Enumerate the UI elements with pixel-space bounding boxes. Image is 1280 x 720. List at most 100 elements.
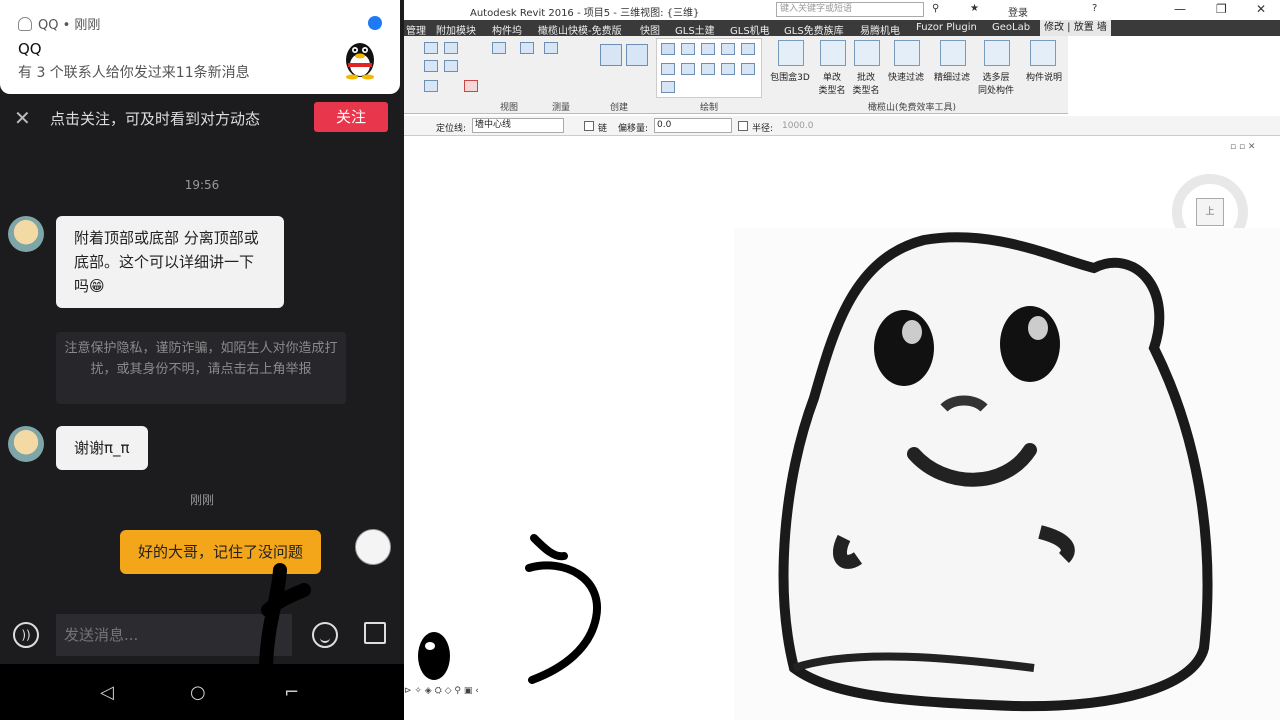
viewcube-face[interactable]: 上: [1196, 198, 1224, 226]
maximize-button[interactable]: ❐: [1216, 2, 1227, 16]
tab-yiteng-mep[interactable]: 易腾机电: [860, 22, 900, 37]
view-window-controls[interactable]: ▫ ▫ ✕: [1230, 142, 1255, 152]
bounding-box-3d-icon[interactable]: [778, 40, 804, 66]
copy-tool-icon[interactable]: [424, 60, 438, 72]
tangent-arc-icon[interactable]: [701, 63, 715, 75]
tab-manage[interactable]: 管理: [406, 22, 426, 37]
tab-gls-civil[interactable]: GLS土建: [675, 22, 715, 37]
create-group-icon[interactable]: [626, 44, 648, 66]
rectangle-tool-icon[interactable]: [681, 43, 695, 55]
spline-tool-icon[interactable]: [661, 63, 675, 75]
qq-penguin-icon: [346, 43, 374, 80]
offset-label: 偏移量:: [618, 124, 649, 134]
follow-bar: ✕ 点击关注，可及时看到对方动态 关注: [0, 98, 404, 140]
arc-tool-icon[interactable]: [741, 43, 755, 55]
pick-lines-icon[interactable]: [741, 63, 755, 75]
group-label-view: 视图: [500, 103, 519, 113]
group-label-olive: 橄榄山(免费效率工具): [868, 103, 957, 113]
tab-quick-draw[interactable]: 快图: [640, 22, 660, 37]
radius-input[interactable]: 1000.0: [782, 121, 814, 131]
circle-tool-icon[interactable]: [721, 43, 735, 55]
pick-faces-icon[interactable]: [661, 81, 675, 93]
offset-tool-icon[interactable]: [444, 42, 458, 54]
close-button[interactable]: ✕: [1256, 2, 1266, 16]
fine-filter-icon[interactable]: [940, 40, 966, 66]
batch-rename-icon[interactable]: [854, 40, 880, 66]
notification-app-label: QQ • 刚刚: [38, 18, 101, 33]
voice-icon[interactable]: )): [13, 622, 39, 648]
tool-component-info[interactable]: 构件说明: [1016, 70, 1072, 83]
login-link[interactable]: 登录: [1008, 4, 1028, 19]
group-label-draw: 绘制: [700, 103, 719, 113]
polygon-tool-icon[interactable]: [701, 43, 715, 55]
annotation-stroke: [418, 534, 602, 684]
offset-input[interactable]: 0.0: [654, 118, 732, 133]
help-search-input[interactable]: 键入关键字或短语: [776, 2, 924, 17]
star-icon[interactable]: ★: [970, 3, 979, 14]
follow-hint: 点击关注，可及时看到对方动态: [50, 110, 261, 128]
center-arc-icon[interactable]: [721, 63, 735, 75]
privacy-notice: 注意保护隐私，谨防诈骗，如陌生人对你造成打扰，或其身份不明，请点击右上角举报: [56, 332, 346, 404]
quick-filter-icon[interactable]: [894, 40, 920, 66]
view-control-bar[interactable]: ⊳ ✧ ◈ ⛭ ◇ ⚲ ▣ ‹: [404, 686, 734, 702]
tab-modify-place-wall[interactable]: 修改 | 放置 墙: [1040, 20, 1111, 36]
chat-input-bar: )): [0, 608, 404, 664]
hide-icon[interactable]: [492, 42, 506, 54]
follow-button[interactable]: 关注: [314, 102, 388, 132]
trim-tool-icon[interactable]: [424, 80, 438, 92]
radius-checkbox[interactable]: [738, 121, 748, 131]
avatar[interactable]: [8, 426, 44, 462]
align-tool-icon[interactable]: [424, 42, 438, 54]
window-title: Autodesk Revit 2016 - 项目5 - 三维视图: {三维}: [470, 8, 700, 19]
multi-level-select-icon[interactable]: [984, 40, 1010, 66]
ribbon-panel: 视图 测量 创建 绘制 包围盒3D 单改 类型名 批改 类型名 快速过滤 精细过…: [404, 36, 1068, 114]
tab-component-dock[interactable]: 构件坞: [492, 22, 522, 37]
chat-bubble-received[interactable]: 谢谢π_π: [56, 426, 148, 470]
measure-icon[interactable]: [544, 42, 558, 54]
notification-title: QQ: [18, 40, 42, 58]
my-avatar[interactable]: [355, 529, 391, 565]
notification-body: 有 3 个联系人给你发过来11条新消息: [18, 65, 250, 81]
tab-gls-family[interactable]: GLS免费族库: [784, 22, 844, 37]
tab-addins[interactable]: 附加模块: [436, 22, 476, 37]
ribbon-tabs: 管理 附加模块 构件坞 橄榄山快模-免费版 快图 GLS土建 GLS机电 GLS…: [404, 20, 1280, 37]
meme-sticker-image: [734, 228, 1280, 720]
options-bar: 定位线: 墙中心线 链 偏移量: 0.0 半径: 1000.0: [404, 116, 1280, 136]
revit-window: Autodesk Revit 2016 - 项目5 - 三维视图: {三维} 键…: [404, 0, 1280, 720]
chat-bubble-received[interactable]: 附着顶部或底部 分离顶部或底部。这个可以详细讲一下吗😁: [56, 216, 284, 308]
recent-apps-icon[interactable]: ⌐: [284, 682, 299, 703]
line-tool-icon[interactable]: [661, 43, 675, 55]
delete-icon[interactable]: [464, 80, 478, 92]
phone-screen: QQ • 刚刚 QQ 有 3 个联系人给你发过来11条新消息 ✕ 点击关注，可及…: [0, 0, 404, 720]
rename-type-icon[interactable]: [820, 40, 846, 66]
create-assembly-icon[interactable]: [600, 44, 622, 66]
binoculars-icon[interactable]: ⚲: [932, 3, 939, 14]
override-icon[interactable]: [520, 42, 534, 54]
group-label-measure: 测量: [552, 103, 571, 113]
close-icon[interactable]: ✕: [14, 106, 31, 130]
avatar[interactable]: [8, 216, 44, 252]
tab-gls-mep[interactable]: GLS机电: [730, 22, 770, 37]
radius-label: 半径:: [752, 124, 774, 134]
chat-timestamp: 19:56: [184, 178, 220, 192]
back-icon[interactable]: ◁: [100, 682, 114, 703]
locate-line-select[interactable]: 墙中心线: [472, 118, 564, 133]
rotate-tool-icon[interactable]: [444, 60, 458, 72]
verified-icon: [368, 16, 382, 30]
revit-titlebar: Autodesk Revit 2016 - 项目5 - 三维视图: {三维} 键…: [404, 0, 1280, 20]
minimize-button[interactable]: —: [1174, 2, 1186, 16]
group-label-create: 创建: [610, 103, 629, 113]
chat-timestamp: 刚刚: [189, 493, 214, 507]
help-icon[interactable]: ?: [1092, 3, 1097, 14]
tab-geolab[interactable]: GeoLab: [992, 22, 1030, 33]
chain-checkbox[interactable]: [584, 121, 594, 131]
component-info-icon[interactable]: [1030, 40, 1056, 66]
fillet-arc-icon[interactable]: [681, 63, 695, 75]
notification-banner[interactable]: QQ • 刚刚 QQ 有 3 个联系人给你发过来11条新消息: [0, 0, 400, 94]
image-icon[interactable]: [364, 622, 386, 644]
tab-olive-fast[interactable]: 橄榄山快模-免费版: [538, 22, 622, 37]
annotation-stroke: [259, 563, 311, 670]
tab-fuzor[interactable]: Fuzor Plugin: [916, 22, 977, 33]
android-nav-bar: ◁ ○ ⌐: [0, 664, 404, 720]
home-icon[interactable]: ○: [190, 682, 206, 703]
